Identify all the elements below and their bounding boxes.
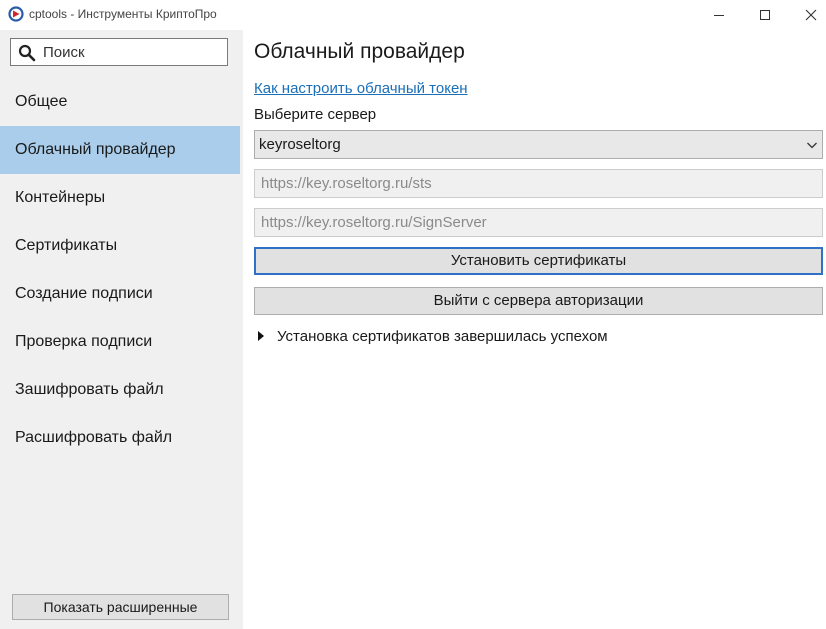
logout-server-button[interactable]: Выйти с сервера авторизации [254,287,823,315]
close-button[interactable] [788,0,826,30]
sidebar: Общее Облачный провайдер Контейнеры Серт… [0,30,243,629]
show-advanced-button[interactable]: Показать расширенные [12,594,229,620]
page-title: Облачный провайдер [254,40,465,63]
help-link[interactable]: Как настроить облачный токен [254,80,468,97]
server-label: Выберите сервер [254,106,377,123]
auth-url-field[interactable]: https://key.roseltorg.ru/sts [254,169,823,198]
sidebar-item-verify-signature[interactable]: Проверка подписи [0,318,240,366]
sidebar-item-encrypt-file[interactable]: Зашифровать файл [0,366,240,414]
sidebar-item-cloud-provider[interactable]: Облачный провайдер [0,126,240,174]
sidebar-item-general[interactable]: Общее [0,78,240,126]
cryptopro-logo-icon [8,6,24,22]
status-text: Установка сертификатов завершилась успех… [277,328,608,345]
minimize-icon [714,15,724,16]
sidebar-item-decrypt-file[interactable]: Расшифровать файл [0,414,240,462]
sidebar-item-create-signature[interactable]: Создание подписи [0,270,240,318]
sidebar-item-containers[interactable]: Контейнеры [0,174,240,222]
maximize-icon [760,10,770,20]
install-certificates-button[interactable]: Установить сертификаты [254,247,823,275]
close-icon [805,9,817,21]
maximize-button[interactable] [742,0,788,30]
search-box[interactable] [10,38,228,66]
title-bar: cptools - Инструменты КриптоПро [0,0,826,30]
window-title: cptools - Инструменты КриптоПро [29,7,217,21]
expand-triangle-icon[interactable] [258,331,264,341]
sign-server-url-field[interactable]: https://key.roseltorg.ru/SignServer [254,208,823,237]
search-input[interactable] [43,41,223,63]
search-icon [18,44,36,62]
sidebar-item-certificates[interactable]: Сертификаты [0,222,240,270]
chevron-down-icon [807,142,817,149]
minimize-button[interactable] [696,0,742,30]
server-select-value: keyroseltorg [259,136,341,153]
server-select[interactable]: keyroseltorg [254,130,823,159]
